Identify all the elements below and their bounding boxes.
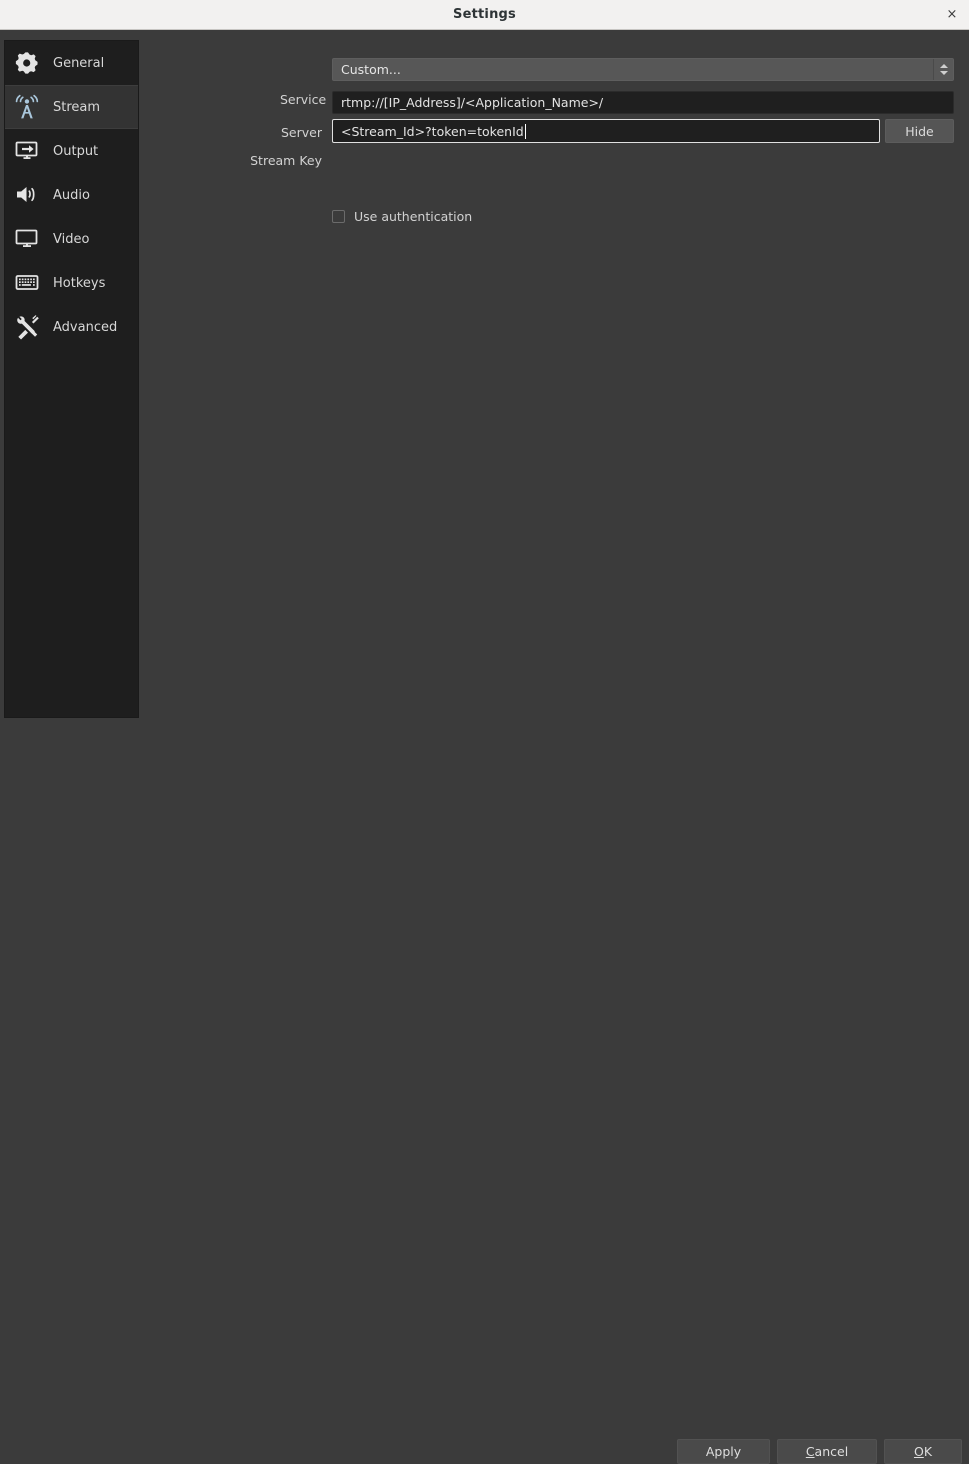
stream-key-label: Stream Key [250, 153, 322, 168]
text-caret [524, 123, 526, 139]
ok-button-label: OK [913, 1444, 933, 1459]
server-input[interactable]: rtmp://[IP_Address]/<Application_Name>/ [332, 91, 954, 114]
sidebar-item-label: Audio [53, 187, 90, 203]
hide-stream-key-button[interactable]: Hide [885, 119, 954, 143]
checkbox-box[interactable] [332, 210, 345, 223]
use-authentication-checkbox[interactable]: Use authentication [332, 209, 472, 224]
sidebar-item-label: Video [53, 231, 90, 247]
chevron-down-icon [939, 71, 948, 75]
service-label: Service [280, 92, 327, 107]
tools-icon [14, 313, 42, 341]
server-label: Server [281, 125, 322, 140]
title-bar: Settings × [0, 0, 969, 30]
sidebar-item-label: Hotkeys [53, 275, 106, 291]
sidebar-item-label: General [53, 55, 105, 71]
window-title: Settings [453, 7, 516, 22]
output-icon [14, 137, 42, 165]
sidebar-item-audio[interactable]: Audio [5, 173, 138, 217]
broadcast-icon [14, 93, 42, 121]
monitor-icon [14, 225, 42, 253]
sidebar-item-stream[interactable]: Stream [5, 85, 138, 129]
chevron-up-icon [939, 64, 948, 68]
gear-icon [14, 49, 42, 77]
stream-settings-pane: Service Custom... Server rtmp://[IP_Addr… [140, 30, 969, 715]
dialog-button-bar: Apply Cancel OK [0, 715, 969, 1464]
sidebar-item-hotkeys[interactable]: Hotkeys [5, 261, 138, 305]
keyboard-icon [14, 269, 42, 297]
service-combobox-spinner[interactable] [933, 59, 953, 80]
stream-key-value: <Stream_Id>?token=tokenId [341, 123, 524, 139]
sidebar-item-label: Output [53, 143, 99, 159]
close-icon[interactable]: × [941, 4, 963, 26]
ok-button[interactable]: OK [884, 1439, 962, 1464]
sidebar-item-video[interactable]: Video [5, 217, 138, 261]
sidebar-item-general[interactable]: General [5, 41, 138, 85]
speaker-icon [14, 181, 42, 209]
service-combobox-value: Custom... [341, 62, 401, 77]
stream-key-input[interactable]: <Stream_Id>?token=tokenId [332, 119, 880, 143]
cancel-button-label: Cancel [805, 1444, 849, 1459]
sidebar-item-output[interactable]: Output [5, 129, 138, 173]
sidebar-item-advanced[interactable]: Advanced [5, 305, 138, 349]
apply-button[interactable]: Apply [677, 1439, 770, 1464]
sidebar-item-label: Stream [53, 99, 101, 115]
settings-nav-list[interactable]: General Stream Output Audio Video Hotkey… [4, 40, 139, 718]
service-combobox[interactable]: Custom... [332, 58, 954, 81]
cancel-button[interactable]: Cancel [777, 1439, 877, 1464]
settings-window: Settings × General Stream Output Audio V… [0, 0, 969, 1464]
sidebar-item-label: Advanced [53, 319, 118, 335]
use-authentication-label: Use authentication [354, 209, 473, 224]
